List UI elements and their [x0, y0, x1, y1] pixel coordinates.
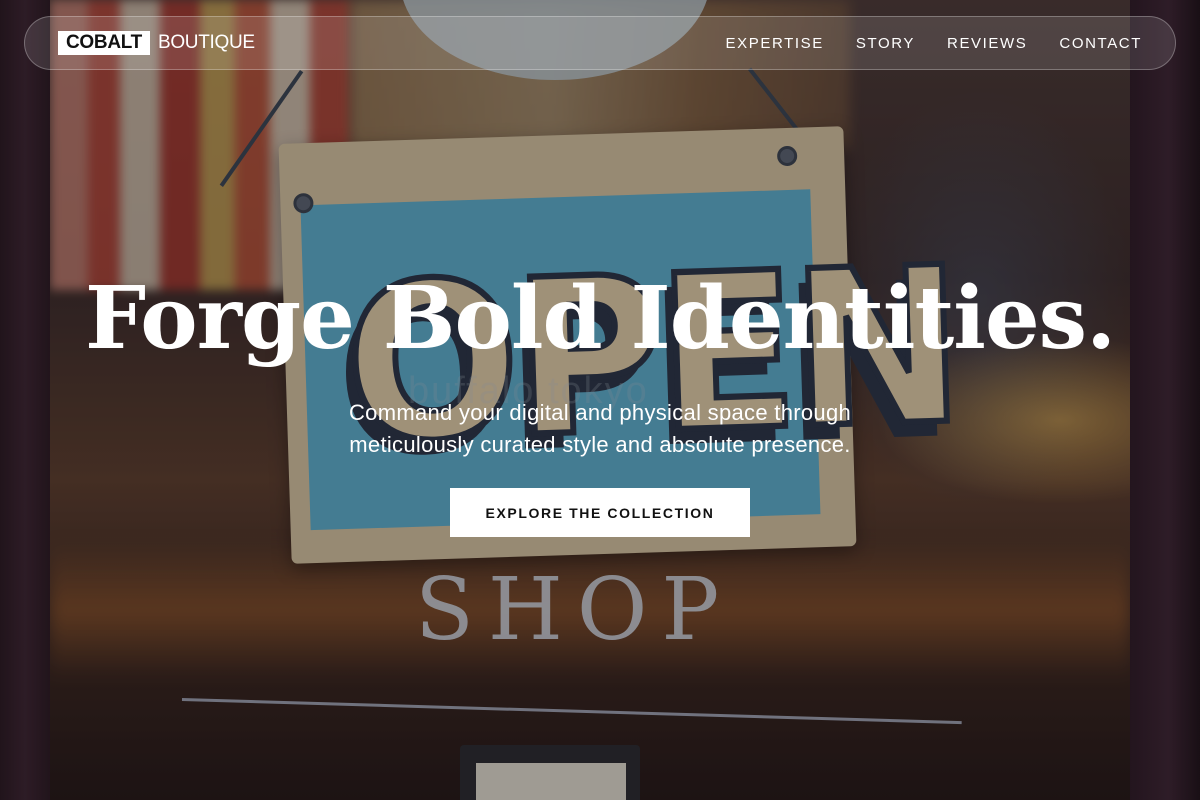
explore-collection-button[interactable]: EXPLORE THE COLLECTION — [450, 488, 750, 537]
nav-link-expertise[interactable]: EXPERTISE — [726, 35, 824, 52]
nav-links: EXPERTISE STORY REVIEWS CONTACT — [726, 35, 1142, 52]
nav-link-contact[interactable]: CONTACT — [1059, 35, 1142, 52]
nav-link-story[interactable]: STORY — [856, 35, 915, 52]
brand-logo-boxed: COBALT — [58, 31, 150, 55]
navbar: COBALT BOUTIQUE EXPERTISE STORY REVIEWS … — [24, 16, 1176, 70]
hero-subtitle: Command your digital and physical space … — [348, 400, 852, 457]
hero-title: Forge Bold Identities. — [84, 268, 1116, 369]
nav-link-reviews[interactable]: REVIEWS — [947, 35, 1027, 52]
brand-logo-rest: BOUTIQUE — [157, 32, 255, 53]
hero-section: OPEN buffalo tokyo SHOP COBALT BOUTIQUE … — [0, 0, 1200, 800]
brand-logo[interactable]: COBALT BOUTIQUE — [58, 31, 255, 55]
